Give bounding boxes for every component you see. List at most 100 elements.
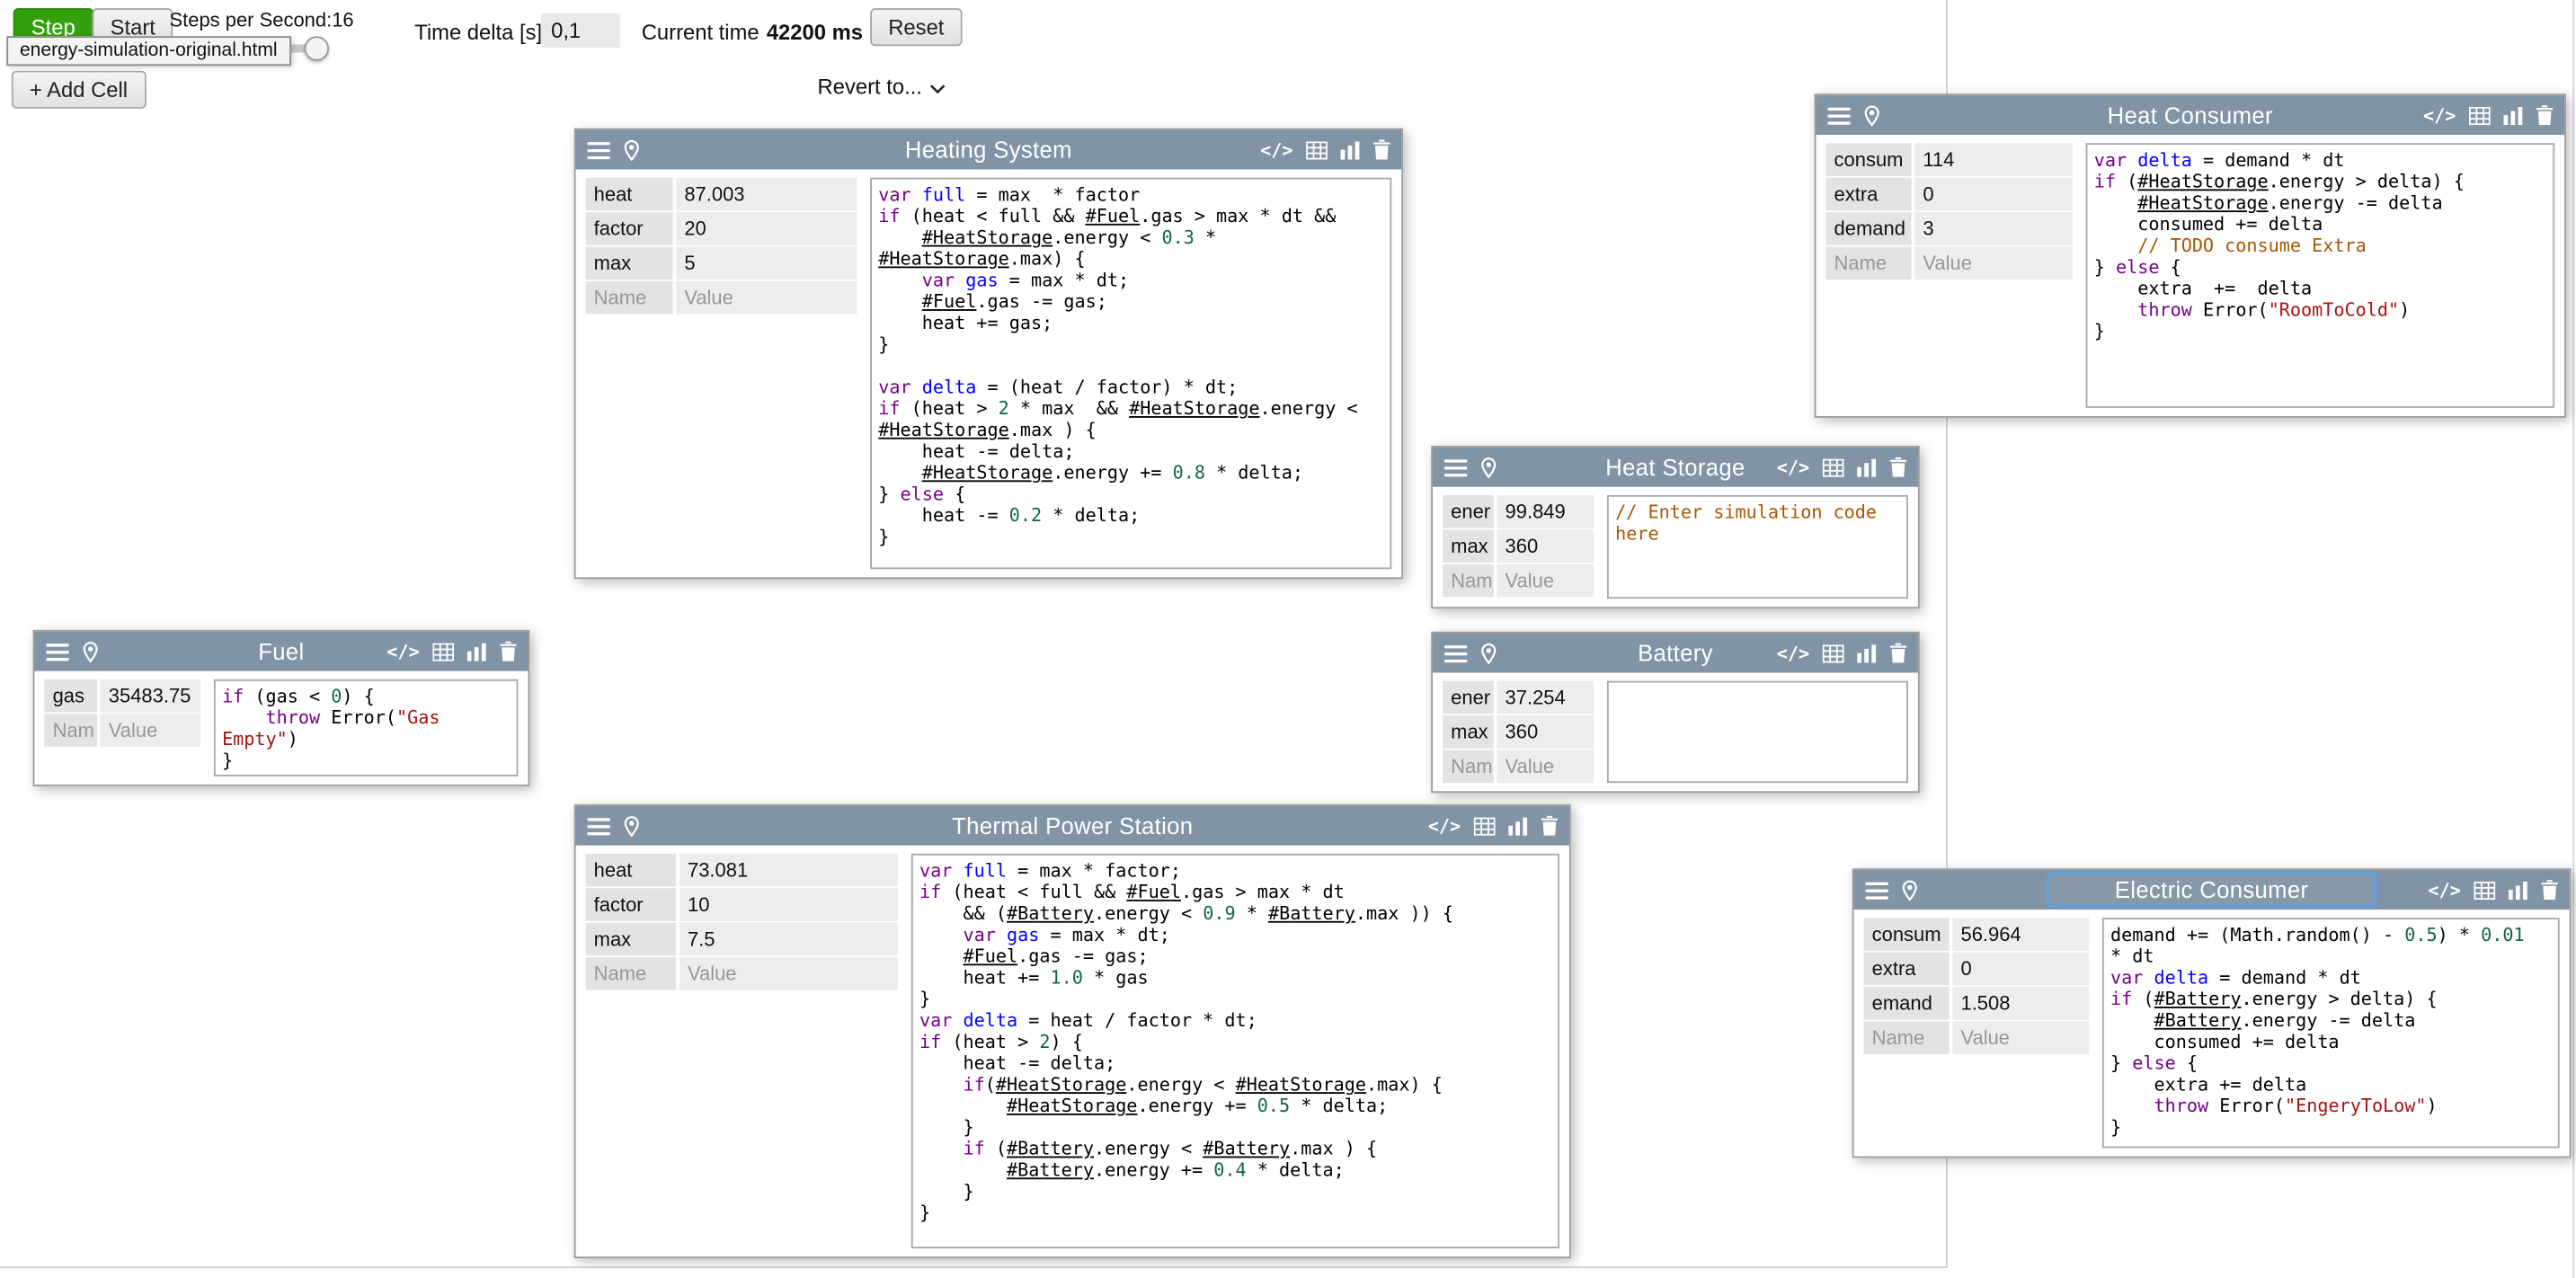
variable-value-input[interactable]: 35483.75 [101, 679, 201, 713]
variable-value-input[interactable]: 7.5 [680, 923, 898, 956]
variable-name-input[interactable]: Name [586, 281, 673, 315]
table-view-icon[interactable] [1823, 458, 1844, 476]
pin-icon[interactable] [624, 815, 640, 837]
code-editor[interactable]: // Enter simulation code here [1607, 495, 1908, 599]
variable-value-input[interactable]: 56.964 [1952, 918, 2089, 951]
variable-value-input[interactable]: 99.849 [1497, 495, 1594, 528]
code-editor[interactable]: var full = max * factor if (heat < full … [870, 178, 1391, 570]
table-view-icon[interactable] [1306, 140, 1328, 158]
trash-icon[interactable] [1890, 457, 1906, 477]
variable-name-input[interactable]: factor [586, 888, 677, 921]
variable-name-input[interactable]: factor [586, 212, 673, 245]
code-editor[interactable]: var delta = demand * dt if (#HeatStorage… [2086, 143, 2555, 408]
variable-name-input[interactable]: Name [1825, 247, 1911, 280]
variable-value-input[interactable]: 20 [676, 212, 857, 245]
variable-name-input[interactable]: ener [1443, 681, 1494, 714]
chart-view-icon[interactable] [1341, 140, 1361, 158]
menu-icon[interactable] [1444, 458, 1468, 476]
variable-name-input[interactable]: emand [1864, 987, 1950, 1020]
table-view-icon[interactable] [432, 643, 454, 661]
variable-name-input[interactable]: extra [1825, 178, 1911, 211]
variable-value-input[interactable]: 360 [1497, 529, 1594, 563]
variable-value-input[interactable]: 3 [1914, 212, 2073, 245]
table-view-icon[interactable] [1474, 817, 1496, 835]
code-view-icon[interactable]: </> [1428, 815, 1461, 837]
cell-header-drag-handle[interactable]: Thermal Power Station </> [576, 806, 1569, 846]
variable-value-input[interactable]: 360 [1497, 715, 1594, 749]
variable-value-input[interactable]: 0 [1914, 178, 2073, 211]
cell-header-drag-handle[interactable]: Electric Consumer</> [1854, 870, 2570, 910]
code-editor[interactable]: var full = max * factor; if (heat < full… [911, 854, 1559, 1248]
variable-value-input[interactable]: 0 [1952, 953, 2089, 986]
pin-icon[interactable] [624, 139, 640, 161]
variable-name-input[interactable]: gas [44, 679, 97, 713]
cell-title[interactable]: Heating System [905, 137, 1072, 163]
code-editor[interactable] [1607, 681, 1908, 783]
variable-value-input[interactable]: 10 [680, 888, 898, 921]
variable-value-input[interactable]: 114 [1914, 143, 2073, 176]
chart-view-icon[interactable] [1857, 643, 1877, 661]
menu-icon[interactable] [46, 643, 69, 661]
variable-name-input[interactable]: consum [1864, 918, 1950, 951]
menu-icon[interactable] [587, 140, 610, 158]
variable-value-input[interactable]: 5 [676, 247, 857, 280]
reset-button[interactable]: Reset [870, 8, 962, 46]
chart-view-icon[interactable] [1857, 458, 1877, 476]
table-view-icon[interactable] [2474, 881, 2495, 899]
variable-name-input[interactable]: Nam [1443, 750, 1494, 784]
variable-value-input[interactable]: Value [680, 957, 898, 990]
variable-value-input[interactable]: 73.081 [680, 854, 898, 887]
variable-value-input[interactable]: Value [1952, 1021, 2089, 1054]
slider-thumb[interactable] [305, 36, 329, 60]
variable-value-input[interactable]: Value [1497, 750, 1594, 784]
cell-title[interactable]: Fuel [258, 638, 304, 664]
code-view-icon[interactable]: </> [386, 641, 419, 662]
variable-name-input[interactable]: max [1443, 715, 1494, 749]
code-view-icon[interactable]: </> [1777, 457, 1809, 478]
pin-icon[interactable] [1902, 879, 1918, 901]
revert-to-dropdown[interactable]: Revert to... [818, 74, 946, 98]
code-view-icon[interactable]: </> [1260, 139, 1292, 161]
menu-icon[interactable] [1444, 643, 1468, 661]
variable-name-input[interactable]: Nam [44, 714, 97, 747]
menu-icon[interactable] [587, 817, 610, 835]
menu-icon[interactable] [1865, 881, 1888, 899]
code-editor[interactable]: if (gas < 0) { throw Error("Gas Empty") … [214, 679, 519, 777]
variable-name-input[interactable]: heat [586, 854, 677, 887]
cell-header-drag-handle[interactable]: Heat Storage </> [1433, 448, 1918, 487]
cell-title[interactable]: Battery [1638, 640, 1713, 666]
pin-icon[interactable] [83, 641, 99, 662]
trash-icon[interactable] [500, 642, 516, 661]
trash-icon[interactable] [2542, 880, 2558, 900]
cell-header-drag-handle[interactable]: Battery </> [1433, 634, 1918, 673]
variable-name-input[interactable]: extra [1864, 953, 1950, 986]
pin-icon[interactable] [1480, 643, 1497, 664]
variable-name-input[interactable]: max [586, 923, 677, 956]
cell-header-drag-handle[interactable]: Heating System </> [576, 130, 1402, 170]
variable-value-input[interactable]: 1.508 [1952, 987, 2089, 1020]
cell-title[interactable]: Heat Storage [1605, 454, 1745, 480]
time-delta-input[interactable]: 0,1 [541, 13, 620, 48]
trash-icon[interactable] [1541, 816, 1558, 836]
trash-icon[interactable] [1890, 643, 1906, 663]
variable-value-input[interactable]: Value [1497, 564, 1594, 598]
variable-name-input[interactable]: Nam [1443, 564, 1494, 598]
chart-view-icon[interactable] [2509, 881, 2528, 899]
trash-icon[interactable] [1373, 140, 1390, 160]
table-view-icon[interactable] [1823, 643, 1844, 661]
variable-name-input[interactable]: max [1443, 529, 1494, 563]
variable-name-input[interactable]: Name [1864, 1021, 1950, 1054]
variable-value-input[interactable]: 87.003 [676, 178, 857, 211]
variable-value-input[interactable]: Value [676, 281, 857, 315]
variable-name-input[interactable]: demand [1825, 212, 1911, 245]
chart-view-icon[interactable] [1508, 817, 1528, 835]
variable-name-input[interactable]: max [586, 247, 673, 280]
variable-name-input[interactable]: ener [1443, 495, 1494, 528]
variable-name-input[interactable]: consum [1825, 143, 1911, 176]
cell-title[interactable]: Thermal Power Station [952, 812, 1193, 839]
variable-name-input[interactable]: heat [586, 178, 673, 211]
pin-icon[interactable] [1480, 457, 1497, 478]
code-view-icon[interactable]: </> [1777, 643, 1809, 664]
variable-name-input[interactable]: Name [586, 957, 677, 990]
add-cell-button[interactable]: + Add Cell [12, 71, 146, 109]
